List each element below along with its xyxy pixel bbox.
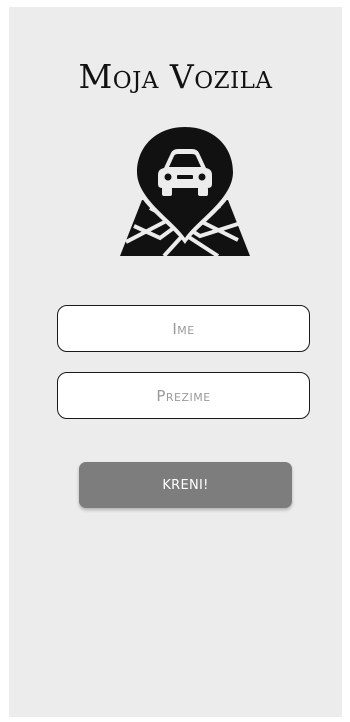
- start-button[interactable]: KRENI!: [79, 462, 292, 508]
- first-name-input[interactable]: [57, 305, 310, 352]
- app-title: Moja Vozila: [78, 57, 273, 96]
- app-screen: Moja Vozila KRENI!: [9, 7, 342, 717]
- last-name-input[interactable]: [57, 372, 310, 419]
- car-location-map-icon: [120, 122, 250, 256]
